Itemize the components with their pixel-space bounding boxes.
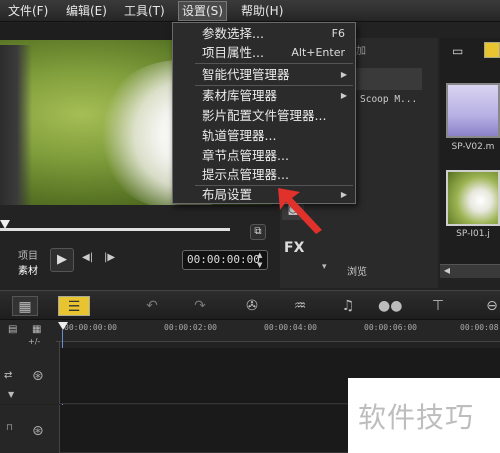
submenu-arrow-icon: ▶ [340,190,347,199]
track-film-icon[interactable]: ▦ [32,324,41,335]
timecode-value: 00:00:00:00 [187,253,260,266]
menuitem-preferences-label: 参数选择... [202,26,264,41]
undo-icon[interactable]: ↶ [142,296,162,316]
menuitem-profile-manager[interactable]: 影片配置文件管理器... [173,106,355,125]
menu-edit[interactable]: 编辑(E) [63,2,110,20]
scroll-left-icon[interactable]: ◀ [440,264,454,278]
redo-icon[interactable]: ↷ [190,296,210,316]
motion-track-icon[interactable]: ●● [378,296,402,316]
library-item[interactable] [356,68,422,90]
player-controls [0,205,280,290]
thumbnail-label-image: SP-I01.j [456,229,490,239]
menuitem-library-manager[interactable]: 素材库管理器 ▶ [173,86,355,105]
thumbnail-video[interactable] [446,83,500,138]
media-filter-icon[interactable] [484,42,500,58]
menuitem-track-manager[interactable]: 轨道管理器... [173,126,355,145]
video-editor-window: 文件(F) 编辑(E) 工具(T) 设置(S) 帮助(H) ⧉ 项目 素材 ▶ … [0,0,500,453]
menu-help[interactable]: 帮助(H) [238,2,286,20]
scrubber-track[interactable] [0,228,230,231]
clip-label[interactable]: 素材 [18,262,38,277]
menuitem-preferences[interactable]: 参数选择... F6 [173,24,355,43]
menuitem-project-properties-label: 项目属性... [202,45,264,60]
subtitle-editor-icon[interactable]: ⊤ [426,296,450,316]
zoom-out-icon[interactable]: ⊖ [484,296,500,316]
tick-label: 00:00:04:00 [264,323,317,332]
track-expand-icon[interactable]: ▼ [8,390,14,399]
menuitem-chapter-point-label: 章节点管理器... [202,148,289,163]
thumbnail-image[interactable] [446,170,500,226]
menuitem-track-manager-label: 轨道管理器... [202,128,277,143]
menuitem-chapter-point-manager[interactable]: 章节点管理器... [173,146,355,165]
tick-label: 00:00:02:00 [164,323,217,332]
menu-file[interactable]: 文件(F) [5,2,51,20]
timecode-stepper-icon[interactable]: ▲ ▼ [257,250,267,270]
track-header-controls: ▤ ▦ +/- [0,320,60,348]
browse-label[interactable]: 浏览 [347,263,367,278]
sound-mixer-icon[interactable]: ♒ [288,296,312,316]
submenu-arrow-icon: ▶ [340,70,347,79]
tick-label: 00:00:00:00 [64,323,117,332]
auto-music-icon[interactable]: ♫ [336,296,360,316]
fx-label[interactable]: FX [284,240,304,256]
project-label[interactable]: 项目 [18,247,38,262]
previous-frame-icon[interactable]: ◀| [82,252,102,268]
browse-icon[interactable]: ▾ [322,262,338,274]
record-capture-icon[interactable]: ✇ [240,296,264,316]
thumbnail-label-video: SP-V02.m [451,142,495,152]
timeline-toolbar: ▦ ☰ ↶ ↷ ✇ ♒ ♫ ●● ⊤ ⊖ [0,290,500,320]
track-list-icon[interactable]: ▤ [8,324,17,335]
menuitem-preferences-shortcut: F6 [331,27,345,40]
timeline-view-icon[interactable]: ☰ [58,296,90,316]
play-icon[interactable]: ▶ [50,248,74,272]
menubar: 文件(F) 编辑(E) 工具(T) 设置(S) 帮助(H) [0,0,500,22]
menuitem-profile-manager-label: 影片配置文件管理器... [202,108,327,123]
tick-label: 00:00:06:00 [364,323,417,332]
watermark-text: 软件技巧 [358,401,475,434]
playhead-marker[interactable] [58,322,68,330]
menuitem-project-properties[interactable]: 项目属性... Alt+Enter [173,43,355,62]
next-frame-icon[interactable]: |▶ [104,252,124,268]
submenu-arrow-icon: ▶ [340,91,347,100]
menu-separator [195,63,353,64]
watermark: 软件技巧 [348,378,500,453]
menuitem-library-manager-label: 素材库管理器 [202,88,278,103]
menu-settings[interactable]: 设置(S) [178,1,227,21]
track-toggle-icon[interactable]: ⇄ [4,370,12,381]
menuitem-layout-settings-label: 布局设置 [202,187,253,202]
menu-tools[interactable]: 工具(T) [121,2,168,20]
folder-icon[interactable]: ▭ [452,44,470,58]
storyboard-view-icon[interactable]: ▦ [12,296,38,316]
zoom-label[interactable]: +/- [28,337,40,346]
menuitem-smart-proxy-label: 智能代理管理器 [202,67,290,82]
timeline-ruler[interactable]: 00:00:00:00 00:00:02:00 00:00:04:00 00:0… [56,320,500,342]
video-track-header: ⇄ ▼ ⊛ [0,348,60,404]
video-track-icon: ⊛ [32,368,44,384]
settings-dropdown: 参数选择... F6 项目属性... Alt+Enter 智能代理管理器 ▶ 素材库管… [172,22,356,204]
tick-label: 00:00:08:0 [460,323,500,332]
menuitem-smart-proxy-manager[interactable]: 智能代理管理器 ▶ [173,65,355,84]
timecode-field[interactable]: 00:00:00:00 [182,250,268,270]
menuitem-project-properties-shortcut: Alt+Enter [291,46,345,59]
library-thumbnails [440,38,500,278]
enlarge-icon[interactable]: ⧉ [250,224,266,240]
track-lock-icon[interactable]: ⊓ [6,423,13,433]
library-item-text: Scoop M... [360,94,418,105]
annotation-arrow-icon [278,188,322,234]
overlay-track-header: ⊓ ⊛ [0,405,60,453]
overlay-track-icon: ⊛ [32,423,44,439]
library-tab-fragment[interactable]: 加 [356,42,366,57]
